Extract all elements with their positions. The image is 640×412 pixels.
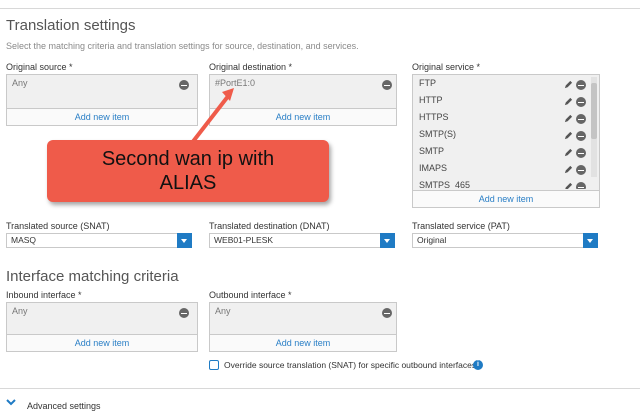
edit-icon[interactable] xyxy=(564,165,573,174)
edit-icon[interactable] xyxy=(564,80,573,89)
callout-line-2: ALIAS xyxy=(159,172,217,194)
remove-icon[interactable] xyxy=(576,97,586,107)
edit-icon[interactable] xyxy=(564,148,573,157)
translated-destination-label: Translated destination (DNAT) xyxy=(209,221,330,231)
service-item: FTP xyxy=(419,78,436,88)
remove-icon[interactable] xyxy=(576,80,586,90)
inbound-interface-item: Any xyxy=(12,306,28,316)
chevron-down-icon[interactable] xyxy=(177,233,192,248)
service-item: HTTP xyxy=(419,95,443,105)
original-destination-add-button[interactable]: Add new item xyxy=(210,108,396,125)
translated-source-value: MASQ xyxy=(11,235,37,245)
callout-line-1: Second wan ip with xyxy=(101,148,275,170)
interface-criteria-title: Interface matching criteria xyxy=(6,268,179,285)
info-icon[interactable]: i xyxy=(473,360,483,370)
translation-settings-title: Translation settings xyxy=(6,17,136,34)
bottom-divider xyxy=(0,388,640,389)
edit-icon[interactable] xyxy=(564,97,573,106)
original-service-add-button[interactable]: Add new item xyxy=(413,190,599,207)
remove-icon[interactable] xyxy=(179,80,189,90)
chevron-down-icon[interactable] xyxy=(5,397,17,407)
service-item: SMTP(S) xyxy=(419,129,456,139)
service-item: SMTPS_465 xyxy=(419,180,471,189)
remove-icon[interactable] xyxy=(576,148,586,158)
chevron-down-icon[interactable] xyxy=(380,233,395,248)
original-source-list: Any Add new item xyxy=(6,74,198,126)
original-destination-list: #PortE1:0 Add new item xyxy=(209,74,397,126)
service-items: FTP HTTP HTTPS SMTP(S) SMTP IMAPS SMTPS_… xyxy=(413,75,599,189)
inbound-interface-add-button[interactable]: Add new item xyxy=(7,334,197,351)
translated-service-select[interactable]: Original xyxy=(412,233,598,248)
service-item: IMAPS xyxy=(419,163,448,173)
outbound-interface-item: Any xyxy=(215,306,231,316)
original-source-add-button[interactable]: Add new item xyxy=(7,108,197,125)
translated-source-label: Translated source (SNAT) xyxy=(6,221,110,231)
edit-icon[interactable] xyxy=(564,182,573,189)
scrollbar-thumb[interactable] xyxy=(591,83,597,139)
inbound-interface-list: Any Add new item xyxy=(6,302,198,352)
original-source-item: Any xyxy=(12,78,28,88)
service-item: HTTPS xyxy=(419,112,449,122)
advanced-settings-toggle[interactable]: Advanced settings xyxy=(27,401,101,411)
translated-service-value: Original xyxy=(417,235,447,245)
original-service-label: Original service * xyxy=(412,62,481,72)
outbound-interface-list: Any Add new item xyxy=(209,302,397,352)
original-destination-item: #PortE1:0 xyxy=(215,78,256,88)
top-divider xyxy=(0,8,640,9)
chevron-down-icon[interactable] xyxy=(583,233,598,248)
edit-icon[interactable] xyxy=(564,114,573,123)
original-destination-label: Original destination * xyxy=(209,62,293,72)
override-snat-checkbox[interactable] xyxy=(209,360,219,370)
outbound-interface-add-button[interactable]: Add new item xyxy=(210,334,396,351)
original-service-list: FTP HTTP HTTPS SMTP(S) SMTP IMAPS SMTPS_… xyxy=(412,74,600,208)
override-snat-label: Override source translation (SNAT) for s… xyxy=(224,360,477,370)
edit-icon[interactable] xyxy=(564,131,573,140)
remove-icon[interactable] xyxy=(576,114,586,124)
remove-icon[interactable] xyxy=(576,165,586,175)
translated-service-label: Translated service (PAT) xyxy=(412,221,510,231)
translated-source-select[interactable]: MASQ xyxy=(6,233,192,248)
service-scrollbar[interactable] xyxy=(591,77,597,177)
translation-settings-description: Select the matching criteria and transla… xyxy=(6,41,359,51)
remove-icon[interactable] xyxy=(179,308,189,318)
remove-icon[interactable] xyxy=(576,131,586,141)
annotation-callout: Second wan ip with ALIAS xyxy=(47,140,329,202)
remove-icon[interactable] xyxy=(382,308,392,318)
remove-icon[interactable] xyxy=(382,80,392,90)
original-source-label: Original source * xyxy=(6,62,73,72)
service-item: SMTP xyxy=(419,146,445,156)
translated-destination-select[interactable]: WEB01-PLESK xyxy=(209,233,395,248)
inbound-interface-label: Inbound interface * xyxy=(6,290,82,300)
translated-destination-value: WEB01-PLESK xyxy=(214,235,274,245)
remove-icon[interactable] xyxy=(576,182,586,189)
outbound-interface-label: Outbound interface * xyxy=(209,290,292,300)
